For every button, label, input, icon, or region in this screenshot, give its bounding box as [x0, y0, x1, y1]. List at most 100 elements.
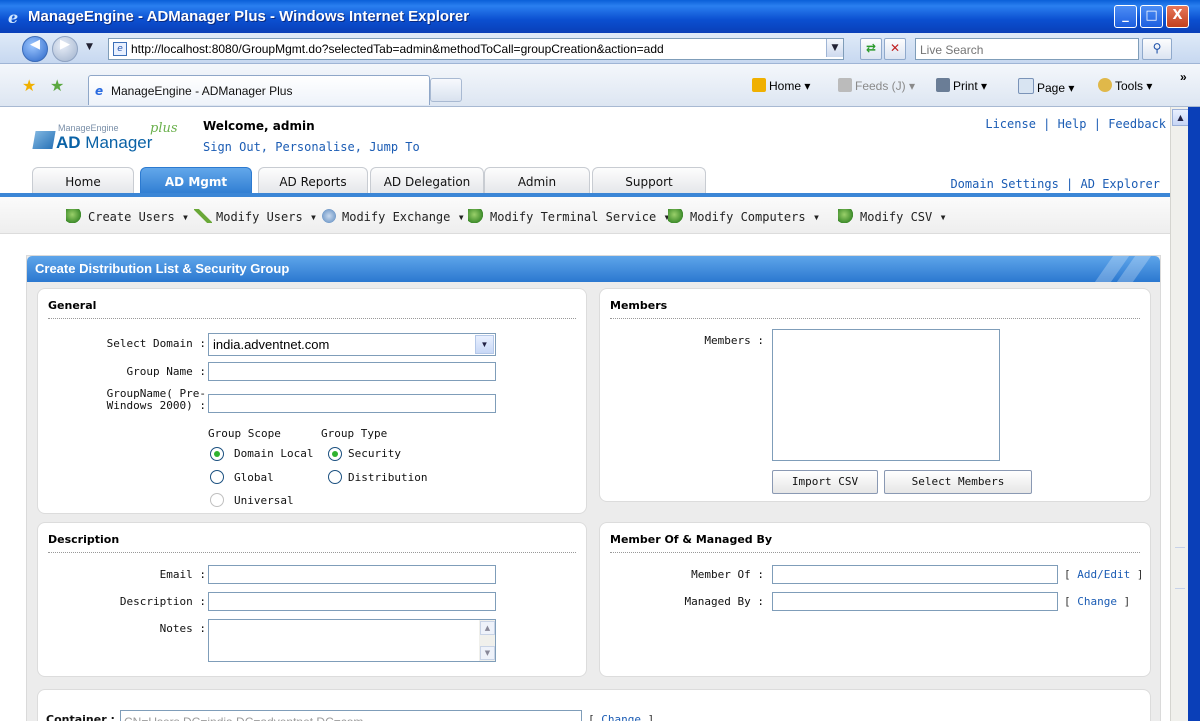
- description-title: Description: [48, 533, 120, 546]
- scope-global-label: Global: [234, 471, 274, 484]
- description-input[interactable]: [209, 595, 495, 613]
- license-link[interactable]: License: [985, 117, 1036, 131]
- managed-by-change-link[interactable]: [ Change ]: [1064, 595, 1130, 608]
- container-field[interactable]: [120, 710, 582, 721]
- back-button[interactable]: ◀: [22, 36, 48, 62]
- close-button[interactable]: X: [1166, 5, 1189, 28]
- import-csv-button[interactable]: Import CSV: [772, 470, 878, 494]
- scope-global-radio[interactable]: [210, 470, 224, 484]
- tools-command[interactable]: Tools ▾: [1098, 78, 1152, 93]
- group-name-pre2000-input[interactable]: [209, 397, 495, 415]
- page-icon: e: [113, 42, 127, 56]
- member-of-field[interactable]: [772, 565, 1058, 586]
- maximize-button[interactable]: □: [1140, 5, 1163, 28]
- member-of-label: Member Of :: [691, 568, 764, 581]
- container-input[interactable]: [121, 713, 581, 721]
- page-icon: [1018, 78, 1034, 94]
- address-bar: ◀ ▶ ▼ e http://localhost:8080/GroupMgmt.…: [0, 33, 1200, 64]
- browser-window: e ManageEngine - ADManager Plus - Window…: [0, 0, 1200, 721]
- forward-button[interactable]: ▶: [52, 36, 78, 62]
- group-name-field[interactable]: [208, 362, 496, 383]
- page-command[interactable]: Page ▾: [1018, 78, 1074, 95]
- container-change-link[interactable]: [ Change ]: [588, 713, 654, 721]
- member-of-input[interactable]: [773, 568, 1057, 586]
- domain-links: Domain Settings | AD Explorer: [950, 177, 1160, 191]
- tab-support[interactable]: Support: [592, 167, 706, 196]
- ad-explorer-link[interactable]: AD Explorer: [1081, 177, 1160, 191]
- tab-ad-mgmt[interactable]: AD Mgmt: [140, 167, 252, 196]
- feedback-link[interactable]: Feedback: [1108, 117, 1166, 131]
- managed-by-input[interactable]: [773, 595, 1057, 613]
- tab-home[interactable]: Home: [32, 167, 134, 196]
- ie-icon: e: [8, 8, 19, 27]
- notes-textarea[interactable]: ▲ ▼: [208, 619, 496, 662]
- browser-tab[interactable]: e ManageEngine - ADManager Plus: [88, 75, 430, 105]
- chevron-up-icon[interactable]: ▲: [480, 621, 495, 635]
- live-search-field[interactable]: [915, 38, 1139, 60]
- help-link[interactable]: Help: [1058, 117, 1087, 131]
- email-field[interactable]: [208, 565, 496, 586]
- recent-pages-dropdown-icon[interactable]: ▼: [86, 42, 93, 52]
- search-icon[interactable]: ⚲: [1142, 38, 1172, 60]
- scope-universal-radio[interactable]: [210, 493, 224, 507]
- group-name-pre-label-2: Windows 2000) :: [106, 399, 206, 412]
- live-search-input[interactable]: [916, 41, 1134, 59]
- create-users-menu[interactable]: Create Users ▾: [66, 209, 189, 224]
- tab-ad-delegation[interactable]: AD Delegation: [370, 167, 484, 196]
- scrollbar-grip[interactable]: [1175, 547, 1185, 589]
- member-of-panel: Member Of & Managed By Member Of : [ Add…: [599, 522, 1151, 677]
- refresh-button[interactable]: ⇄: [860, 38, 882, 60]
- description-field[interactable]: [208, 592, 496, 613]
- divider: [48, 552, 576, 553]
- window-border: [1188, 107, 1200, 721]
- tab-ad-reports[interactable]: AD Reports: [258, 167, 368, 196]
- managed-by-field[interactable]: [772, 592, 1058, 613]
- type-security-radio[interactable]: [328, 447, 342, 461]
- members-listbox[interactable]: [772, 329, 1000, 461]
- url-field[interactable]: e http://localhost:8080/GroupMgmt.do?sel…: [108, 38, 844, 60]
- wand-icon: [194, 209, 212, 223]
- user-links: Sign Out, Personalise, Jump To: [203, 140, 420, 154]
- add-favorites-icon[interactable]: ★: [50, 76, 64, 95]
- group-name-pre2000-field[interactable]: [208, 394, 496, 415]
- chevron-up-icon[interactable]: ▲: [1172, 109, 1189, 126]
- welcome-text: Welcome, admin: [203, 119, 315, 133]
- chevron-down-icon[interactable]: ▼: [480, 646, 495, 660]
- domain-select[interactable]: india.adventnet.com ▼: [208, 333, 496, 356]
- divider: [48, 318, 576, 319]
- email-input[interactable]: [209, 568, 495, 586]
- scope-domain-local-radio[interactable]: [210, 447, 224, 461]
- chevron-more-icon[interactable]: »: [1180, 70, 1187, 84]
- personalise-link[interactable]: Personalise: [275, 140, 354, 154]
- new-tab-button[interactable]: [430, 78, 462, 102]
- top-links: License | Help | Feedback: [985, 117, 1166, 131]
- tab-admin[interactable]: Admin: [484, 167, 590, 196]
- page-scrollbar[interactable]: ▲: [1170, 107, 1189, 721]
- add-edit-link[interactable]: [ Add/Edit ]: [1064, 568, 1143, 581]
- modify-exchange-menu[interactable]: Modify Exchange ▾: [320, 209, 465, 224]
- stop-button[interactable]: ✕: [884, 38, 906, 60]
- type-distribution-radio[interactable]: [328, 470, 342, 484]
- feeds-command[interactable]: Feeds (J) ▾: [838, 78, 915, 93]
- group-name-input[interactable]: [209, 365, 495, 383]
- notes-scrollbar[interactable]: ▲ ▼: [479, 620, 495, 661]
- minimize-button[interactable]: _: [1114, 5, 1137, 28]
- url-dropdown-icon[interactable]: ▼: [826, 39, 843, 57]
- type-security-label: Security: [348, 447, 401, 460]
- domain-settings-link[interactable]: Domain Settings: [950, 177, 1058, 191]
- form-title: Create Distribution List & Security Grou…: [35, 261, 290, 276]
- favorites-star-icon[interactable]: ★: [22, 76, 36, 95]
- modify-computers-menu[interactable]: Modify Computers ▾: [668, 209, 820, 224]
- home-command[interactable]: Home ▾: [752, 78, 810, 93]
- modify-users-menu[interactable]: Modify Users ▾: [194, 209, 317, 224]
- select-members-button[interactable]: Select Members: [884, 470, 1032, 494]
- managed-by-label: Managed By :: [684, 595, 764, 608]
- command-bar: ★ ★ e ManageEngine - ADManager Plus Home…: [0, 64, 1200, 107]
- print-command[interactable]: Print ▾: [936, 78, 987, 93]
- chevron-down-icon[interactable]: ▼: [475, 335, 494, 354]
- jump-to-link[interactable]: Jump To: [369, 140, 420, 154]
- members-title: Members: [610, 299, 668, 312]
- sign-out-link[interactable]: Sign Out: [203, 140, 261, 154]
- modify-csv-menu[interactable]: Modify CSV ▾: [838, 209, 947, 224]
- modify-terminal-service-menu[interactable]: Modify Terminal Service ▾: [468, 209, 671, 224]
